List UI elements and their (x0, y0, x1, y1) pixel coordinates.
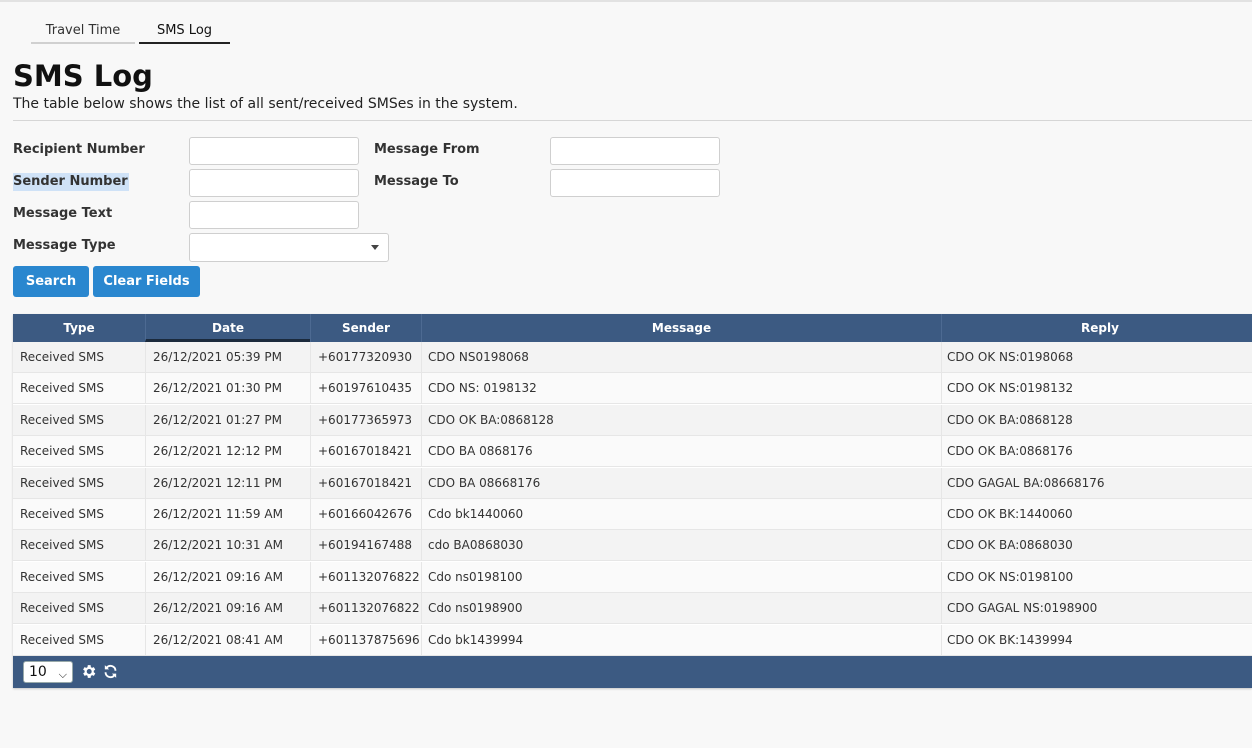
cell-date: 26/12/2021 12:11 PM (145, 467, 310, 499)
table-row[interactable]: Received SMS 26/12/2021 01:30 PM +60197610… (13, 373, 1252, 405)
tab-travel-time[interactable]: Travel Time (31, 20, 135, 44)
search-button[interactable]: Search (13, 266, 89, 297)
cell-reply: CDO OK NS:0198100 (941, 561, 1252, 593)
page-size-value: 10 (29, 664, 47, 680)
cell-sender: +60167018421 (310, 436, 421, 468)
cell-reply: CDO GAGAL NS:0198900 (941, 593, 1252, 625)
cell-date: 26/12/2021 08:41 AM (145, 624, 310, 656)
cell-type: Received SMS (20, 632, 104, 647)
top-border (0, 0, 1252, 2)
cell-type: Received SMS (20, 350, 104, 364)
column-header-message[interactable]: Message (421, 314, 941, 342)
message-text-label: Message Text (13, 206, 113, 221)
cell-type: Received SMS (20, 444, 104, 459)
cell-date: 26/12/2021 12:12 PM (145, 436, 310, 468)
recipient-number-label: Recipient Number (13, 142, 145, 157)
gear-icon[interactable] (80, 663, 97, 680)
chevron-down-icon: ⌵ (58, 668, 67, 681)
cell-type: Received SMS (20, 507, 104, 521)
clear-fields-button[interactable]: Clear Fields (93, 266, 200, 297)
cell-type: Received SMS (20, 601, 104, 616)
column-header-type[interactable]: Type (13, 314, 145, 342)
table-row[interactable]: Received SMS 26/12/2021 05:39 PM +60177320… (13, 342, 1252, 373)
cell-sender: +601132076822 (310, 593, 421, 625)
cell-message: CDO OK BA:0868128 (421, 404, 941, 436)
table-row[interactable]: Received SMS 26/12/2021 08:41 AM +60113787… (13, 624, 1252, 656)
cell-message: Cdo ns0198100 (421, 561, 941, 593)
cell-date: 26/12/2021 01:30 PM (145, 373, 310, 405)
cell-type: Received SMS (20, 475, 104, 490)
header-divider (13, 120, 1252, 121)
cell-date: 26/12/2021 09:16 AM (145, 593, 310, 625)
cell-reply: CDO OK NS:0198068 (941, 342, 1252, 373)
sender-number-input[interactable] (189, 169, 359, 197)
tab-bar: Travel Time SMS Log (31, 20, 230, 44)
cell-reply: CDO OK BA:0868128 (941, 404, 1252, 436)
cell-sender: +60194167488 (310, 530, 421, 562)
column-header-reply[interactable]: Reply (941, 314, 1252, 342)
cell-date: 26/12/2021 09:16 AM (145, 561, 310, 593)
cell-message: CDO NS0198068 (421, 342, 941, 373)
recipient-number-input[interactable] (189, 137, 359, 165)
cell-message: cdo BA0868030 (421, 530, 941, 562)
cell-type: Received SMS (20, 381, 104, 396)
message-type-select[interactable] (189, 233, 389, 262)
column-header-date[interactable]: Date (145, 314, 310, 342)
cell-message: Cdo bk1440060 (421, 499, 941, 530)
cell-sender: +60166042676 (310, 499, 421, 530)
sms-log-grid: Type Date Sender Message Reply Received … (13, 314, 1252, 688)
cell-reply: CDO OK BA:0868030 (941, 530, 1252, 562)
message-from-label: Message From (374, 142, 480, 157)
message-type-label: Message Type (13, 238, 116, 253)
cell-type: Received SMS (20, 538, 104, 553)
cell-message: CDO BA 08668176 (421, 467, 941, 499)
cell-reply: CDO OK BK:1439994 (941, 624, 1252, 656)
table-row[interactable]: Received SMS 26/12/2021 12:12 PM +60167018… (13, 436, 1252, 468)
cell-sender: +60177365973 (310, 404, 421, 436)
message-to-input[interactable] (550, 169, 720, 197)
cell-message: Cdo ns0198900 (421, 593, 941, 625)
table-row[interactable]: Received SMS 26/12/2021 09:16 AM +60113207… (13, 593, 1252, 625)
cell-reply: CDO OK BK:1440060 (941, 499, 1252, 530)
cell-message: Cdo bk1439994 (421, 624, 941, 656)
cell-date: 26/12/2021 05:39 PM (145, 342, 310, 373)
page-size-select[interactable]: 10 ⌵ (23, 661, 73, 683)
message-text-input[interactable] (189, 201, 359, 229)
table-row[interactable]: Received SMS 26/12/2021 10:31 AM +60194167… (13, 530, 1252, 562)
cell-sender: +601132076822 (310, 561, 421, 593)
cell-type: Received SMS (20, 412, 104, 427)
cell-message: CDO BA 0868176 (421, 436, 941, 468)
cell-date: 26/12/2021 10:31 AM (145, 530, 310, 562)
cell-sender: +60167018421 (310, 467, 421, 499)
grid-footer: 10 ⌵ (13, 656, 1252, 688)
refresh-icon[interactable] (102, 663, 119, 680)
cell-date: 26/12/2021 01:27 PM (145, 404, 310, 436)
column-header-sender[interactable]: Sender (310, 314, 421, 342)
cell-reply: CDO OK NS:0198132 (941, 373, 1252, 405)
message-to-label: Message To (374, 174, 459, 189)
cell-sender: +601137875696 (310, 624, 421, 656)
grid-header: Type Date Sender Message Reply (13, 314, 1252, 342)
table-row[interactable]: Received SMS 26/12/2021 09:16 AM +60113207… (13, 561, 1252, 593)
cell-reply: CDO GAGAL BA:08668176 (941, 467, 1252, 499)
page-description: The table below shows the list of all se… (13, 96, 518, 112)
page-title: SMS Log (13, 59, 153, 93)
table-row[interactable]: Received SMS 26/12/2021 12:11 PM +60167018… (13, 467, 1252, 499)
cell-sender: +60197610435 (310, 373, 421, 405)
table-row[interactable]: Received SMS 26/12/2021 01:27 PM +60177365… (13, 404, 1252, 436)
table-row[interactable]: Received SMS 26/12/2021 11:59 AM +60166042… (13, 499, 1252, 530)
cell-reply: CDO OK BA:0868176 (941, 436, 1252, 468)
message-from-input[interactable] (550, 137, 720, 165)
sender-number-label: Sender Number (13, 173, 129, 191)
cell-sender: +60177320930 (310, 342, 421, 373)
cell-type: Received SMS (20, 569, 104, 584)
cell-message: CDO NS: 0198132 (421, 373, 941, 405)
tab-sms-log[interactable]: SMS Log (139, 20, 230, 44)
cell-date: 26/12/2021 11:59 AM (145, 499, 310, 530)
caret-down-icon (371, 245, 379, 250)
